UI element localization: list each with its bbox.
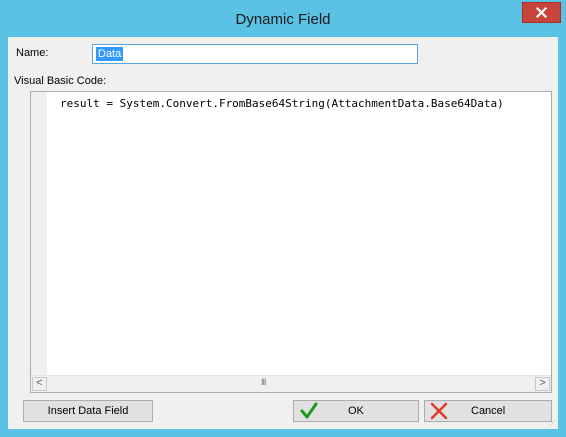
- x-icon: [430, 402, 448, 420]
- scrollbar-thumb-grip[interactable]: III: [261, 377, 266, 387]
- close-icon: [535, 6, 548, 19]
- checkmark-icon: [300, 402, 318, 419]
- chevron-left-icon: <: [36, 377, 43, 389]
- ok-button[interactable]: OK: [293, 400, 419, 422]
- editor-gutter: [31, 92, 47, 375]
- cancel-label: Cancel: [471, 405, 506, 417]
- close-button[interactable]: [522, 2, 561, 23]
- scroll-left-button[interactable]: <: [32, 377, 47, 391]
- insert-data-field-label: Insert Data Field: [47, 405, 129, 417]
- name-input[interactable]: Data: [92, 44, 418, 64]
- resize-grip-icon[interactable]: ⋰: [549, 419, 556, 427]
- chevron-right-icon: >: [539, 377, 546, 389]
- insert-data-field-button[interactable]: Insert Data Field: [23, 400, 153, 422]
- window-title: Dynamic Field: [235, 11, 331, 28]
- code-editor[interactable]: result = System.Convert.FromBase64String…: [30, 91, 552, 393]
- ok-label: OK: [348, 405, 364, 417]
- name-input-value: Data: [96, 47, 124, 61]
- cancel-button[interactable]: Cancel: [424, 400, 552, 422]
- code-text[interactable]: result = System.Convert.FromBase64String…: [60, 97, 504, 110]
- name-label: Name:: [16, 47, 49, 59]
- code-label: Visual Basic Code:: [14, 75, 107, 87]
- title-bar[interactable]: Dynamic Field: [1, 1, 565, 37]
- horizontal-scrollbar[interactable]: < III >: [31, 375, 551, 392]
- dialog-client-area: Name: Data Visual Basic Code: result = S…: [8, 37, 558, 429]
- scroll-right-button[interactable]: >: [535, 377, 550, 391]
- dynamic-field-dialog: Dynamic Field Name: Data Visual Basic Co…: [0, 0, 566, 437]
